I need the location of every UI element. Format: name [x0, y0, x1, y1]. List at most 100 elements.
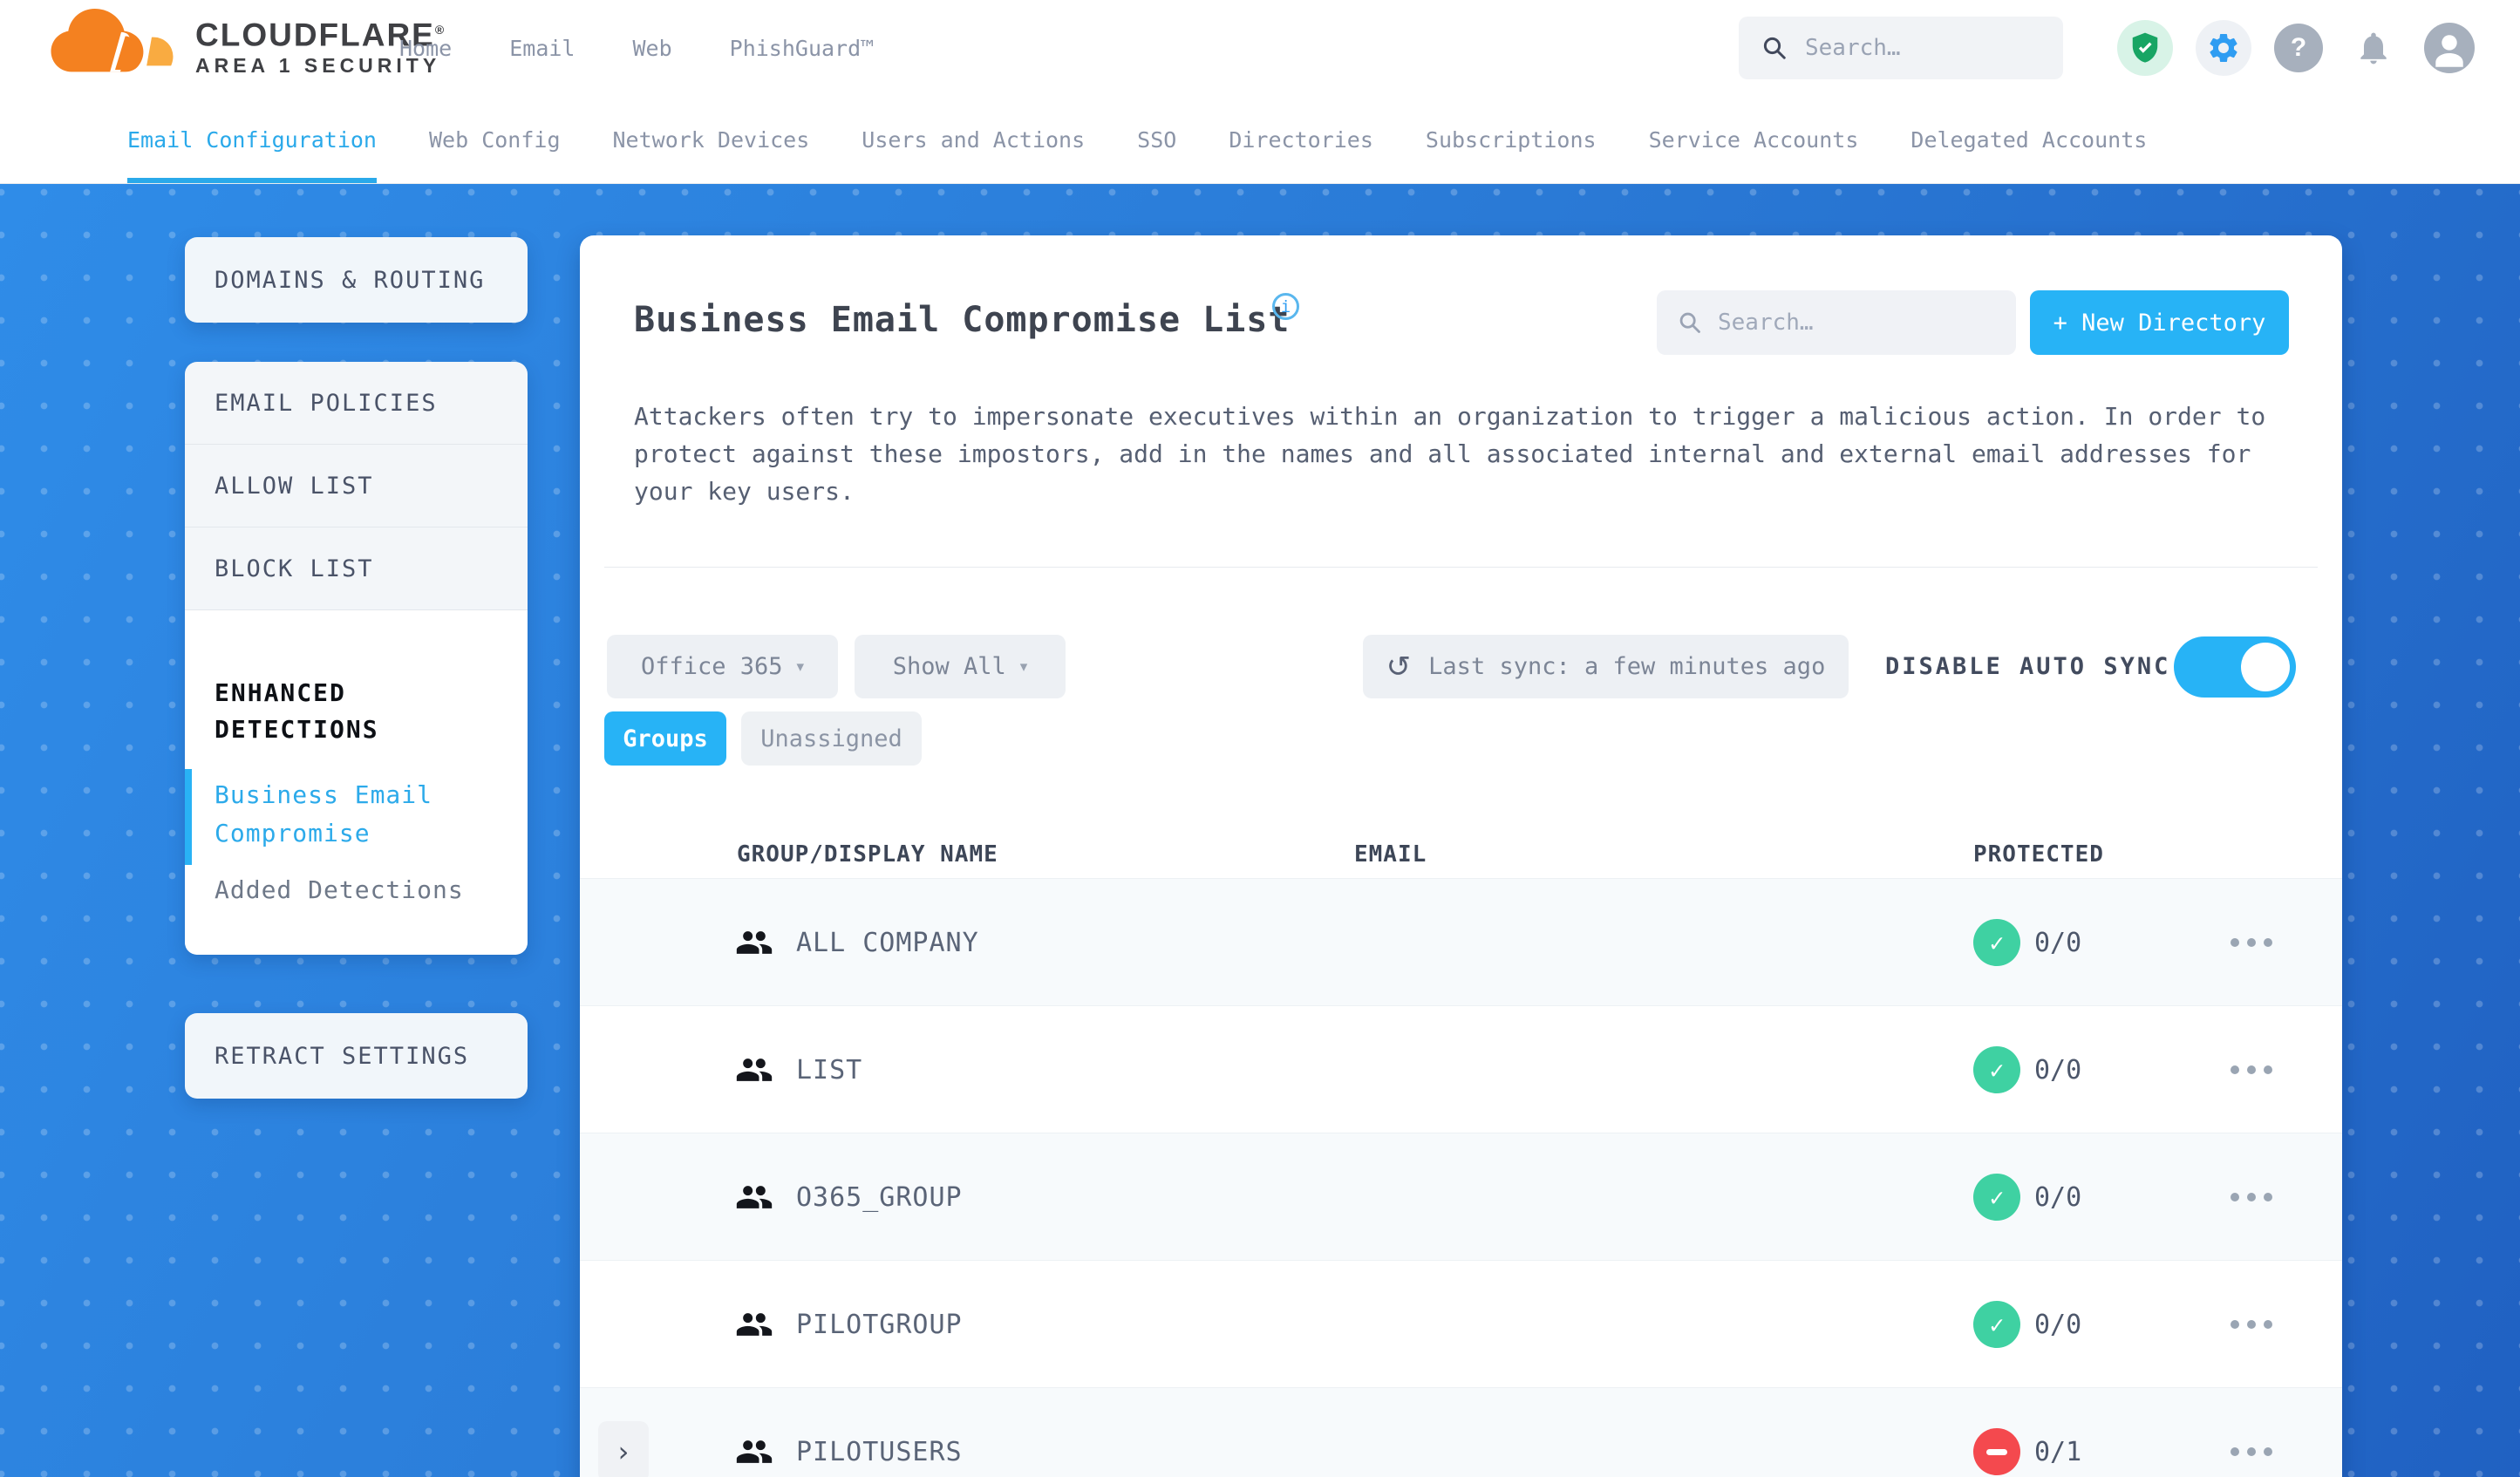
- show-filter-dropdown[interactable]: Show All ▾: [855, 635, 1066, 698]
- protected-count: 0/0: [2034, 1054, 2082, 1086]
- auto-sync-toggle[interactable]: [2174, 636, 2296, 698]
- help-button[interactable]: ?: [2274, 24, 2323, 72]
- tab-unassigned[interactable]: Unassigned: [741, 711, 922, 766]
- tab-users-and-actions[interactable]: Users and Actions: [862, 96, 1085, 183]
- domains-routing-label: DOMAINS & ROUTING: [215, 266, 486, 294]
- protected-status-icon: ✓: [1973, 1301, 2020, 1348]
- sidebar-item-retract-settings[interactable]: RETRACT SETTINGS: [185, 1013, 528, 1099]
- column-header-email: EMAIL: [1354, 841, 1427, 868]
- shield-check-icon: [2132, 32, 2158, 63]
- top-nav-phishguard[interactable]: PhishGuard™: [730, 36, 875, 61]
- groups-table: ALL COMPANY ✓ 0/0 LIST ✓ 0/0 O365_GROUP …: [580, 878, 2342, 1477]
- allow-list-label: ALLOW LIST: [215, 472, 374, 500]
- group-name: ALL COMPANY: [796, 927, 979, 958]
- table-row: › PILOTUSERS 0/1: [580, 1387, 2342, 1477]
- search-icon: [1679, 312, 1700, 333]
- auto-sync-label: DISABLE AUTO SYNC: [1885, 653, 2171, 680]
- tab-service-accounts[interactable]: Service Accounts: [1649, 96, 1859, 183]
- tab-directories[interactable]: Directories: [1229, 96, 1373, 183]
- tab-email-configuration[interactable]: Email Configuration: [127, 96, 377, 183]
- group-name: LIST: [796, 1054, 863, 1086]
- directory-search-placeholder: Search…: [1718, 310, 1814, 336]
- group-icon: [735, 1433, 773, 1471]
- chevron-down-icon: ▾: [1019, 657, 1028, 676]
- user-icon: [2435, 35, 2463, 67]
- sidebar-item-business-email-compromise[interactable]: Business Email Compromise: [185, 769, 501, 865]
- protected-count: 0/0: [2034, 1181, 2082, 1213]
- expand-row-button[interactable]: ›: [598, 1421, 649, 1477]
- row-actions-menu[interactable]: [2231, 1065, 2272, 1074]
- sidebar-item-email-policies[interactable]: EMAIL POLICIES: [185, 362, 528, 445]
- last-sync-status: ↺ Last sync: a few minutes ago: [1363, 635, 1849, 698]
- tab-sso[interactable]: SSO: [1137, 96, 1176, 183]
- sidebar-policies-card: EMAIL POLICIES ALLOW LIST BLOCK LIST ENH…: [185, 362, 528, 955]
- global-search-input[interactable]: Search…: [1739, 17, 2063, 79]
- global-search-placeholder: Search…: [1805, 35, 1901, 61]
- security-status-button[interactable]: [2117, 20, 2173, 76]
- chevron-right-icon: ›: [617, 1435, 630, 1468]
- toggle-knob: [2241, 643, 2290, 691]
- sidebar-item-added-detections[interactable]: Added Detections: [215, 875, 501, 904]
- bell-icon: [2360, 32, 2387, 65]
- cloudflare-brand: CLOUDFLARE® AREA 1 SECURITY: [49, 9, 446, 82]
- directory-filter-dropdown[interactable]: Office 365 ▾: [607, 635, 838, 698]
- cloudflare-logo-icon: [51, 9, 174, 72]
- page-description: Attackers often try to impersonate execu…: [634, 402, 2266, 506]
- row-actions-menu[interactable]: [2231, 938, 2272, 947]
- group-name: O365_GROUP: [796, 1181, 963, 1213]
- row-actions-menu[interactable]: [2231, 1447, 2272, 1456]
- top-nav: Home Email Web PhishGuard™: [399, 0, 874, 96]
- top-nav-home[interactable]: Home: [399, 36, 452, 61]
- divider: [604, 567, 2318, 568]
- retract-settings-label: RETRACT SETTINGS: [215, 1042, 470, 1070]
- minus-icon: [1986, 1448, 2007, 1455]
- config-nav: Email Configuration Web Config Network D…: [0, 96, 2520, 184]
- protected-count: 0/0: [2034, 1309, 2082, 1340]
- tab-network-devices[interactable]: Network Devices: [613, 96, 810, 183]
- notifications-button[interactable]: [2346, 20, 2401, 76]
- new-directory-button[interactable]: + New Directory: [2030, 290, 2289, 355]
- page-title: Business Email Compromise List: [634, 300, 1291, 340]
- sidebar-item-enhanced-detections[interactable]: ENHANCED DETECTIONS: [215, 675, 501, 748]
- group-icon: [735, 923, 773, 962]
- group-icon: [735, 1305, 773, 1344]
- table-row: O365_GROUP ✓ 0/0: [580, 1133, 2342, 1260]
- table-row: PILOTGROUP ✓ 0/0: [580, 1260, 2342, 1387]
- user-avatar[interactable]: [2424, 23, 2475, 73]
- sidebar-item-domains-routing[interactable]: DOMAINS & ROUTING: [185, 237, 528, 323]
- check-icon: ✓: [1989, 1182, 2005, 1212]
- block-list-label: BLOCK LIST: [215, 555, 374, 582]
- sidebar-item-allow-list[interactable]: ALLOW LIST: [185, 445, 528, 528]
- group-name: PILOTGROUP: [796, 1309, 963, 1340]
- last-sync-text: Last sync: a few minutes ago: [1428, 653, 1826, 680]
- check-icon: ✓: [1989, 1310, 2005, 1339]
- protected-count: 0/0: [2034, 927, 2082, 958]
- info-icon[interactable]: i: [1272, 293, 1299, 320]
- excluded-status-icon: [1973, 1428, 2020, 1475]
- column-header-protected: PROTECTED: [1973, 841, 2104, 868]
- check-icon: ✓: [1989, 1055, 2005, 1085]
- gear-icon: [2210, 34, 2237, 62]
- bec-list-card: Business Email Compromise List i Search……: [580, 235, 2342, 1477]
- top-nav-web[interactable]: Web: [632, 36, 671, 61]
- refresh-icon[interactable]: ↺: [1386, 650, 1412, 684]
- group-icon: [735, 1178, 773, 1216]
- email-policies-label: EMAIL POLICIES: [215, 389, 438, 417]
- row-actions-menu[interactable]: [2231, 1320, 2272, 1329]
- settings-button[interactable]: [2196, 20, 2251, 76]
- row-actions-menu[interactable]: [2231, 1193, 2272, 1201]
- protected-status-icon: ✓: [1973, 1046, 2020, 1093]
- protected-status-icon: ✓: [1973, 919, 2020, 966]
- sidebar-item-block-list[interactable]: BLOCK LIST: [185, 528, 528, 610]
- header-actions: Search… ?: [1739, 0, 2475, 96]
- table-row: LIST ✓ 0/0: [580, 1005, 2342, 1133]
- tab-delegated-accounts[interactable]: Delegated Accounts: [1910, 96, 2147, 183]
- column-header-name: GROUP/DISPLAY NAME: [737, 841, 998, 868]
- tab-web-config[interactable]: Web Config: [429, 96, 561, 183]
- directory-search-input[interactable]: Search…: [1657, 290, 2016, 355]
- group-icon: [735, 1051, 773, 1089]
- tab-subscriptions[interactable]: Subscriptions: [1426, 96, 1597, 183]
- tab-groups[interactable]: Groups: [604, 711, 726, 766]
- top-nav-email[interactable]: Email: [509, 36, 575, 61]
- table-row: ALL COMPANY ✓ 0/0: [580, 878, 2342, 1005]
